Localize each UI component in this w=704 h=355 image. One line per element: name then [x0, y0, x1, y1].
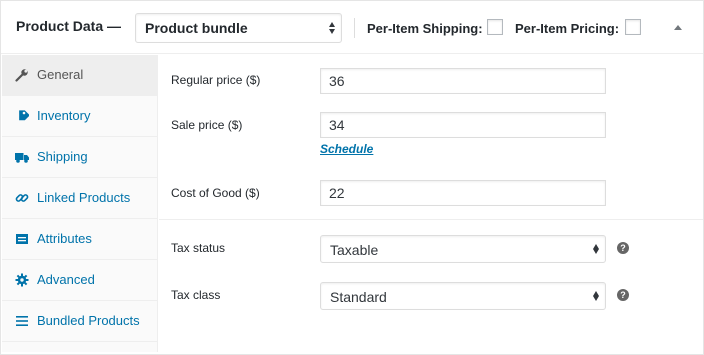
- section-divider: [159, 219, 703, 220]
- per-item-pricing-checkbox[interactable]: [625, 19, 641, 35]
- cost-of-good-label: Cost of Good ($): [171, 186, 260, 200]
- product-type-select[interactable]: Product bundle: [135, 13, 342, 43]
- tax-status-help-icon[interactable]: ?: [617, 242, 629, 254]
- tab-attributes[interactable]: Attributes: [2, 219, 158, 260]
- tab-general[interactable]: General: [2, 55, 158, 96]
- product-data-panel: Product Data — Product bundle Per-Item S…: [0, 0, 704, 355]
- select-arrows-icon: [589, 236, 605, 262]
- tax-class-value: Standard: [330, 289, 387, 305]
- tab-linked-products[interactable]: Linked Products: [2, 178, 158, 219]
- link-icon: [15, 191, 29, 205]
- regular-price-label: Regular price ($): [171, 73, 261, 87]
- tab-bundled-products[interactable]: Bundled Products: [2, 301, 158, 342]
- gear-icon: [15, 273, 29, 287]
- tab-inventory[interactable]: Inventory: [2, 96, 158, 137]
- tab-shipping[interactable]: Shipping: [2, 137, 158, 178]
- tab-general-label: General: [37, 67, 84, 82]
- table-icon: [15, 232, 29, 246]
- tax-class-select[interactable]: Standard: [320, 282, 606, 310]
- general-panel: Regular price ($) 36 Sale price ($) 34 S…: [159, 55, 703, 352]
- sale-price-input[interactable]: 34: [320, 112, 606, 138]
- per-item-shipping-checkbox[interactable]: [487, 19, 503, 35]
- product-data-tabs: General Inventory Shipping Linked Produc…: [2, 55, 158, 352]
- sale-price-label: Sale price ($): [171, 118, 243, 132]
- list-icon: [15, 314, 29, 328]
- select-arrows-icon: [325, 14, 341, 42]
- tab-advanced[interactable]: Advanced: [2, 260, 158, 301]
- tab-shipping-label: Shipping: [37, 149, 88, 164]
- wrench-icon: [15, 68, 29, 82]
- panel-header: Product Data — Product bundle Per-Item S…: [1, 1, 703, 54]
- schedule-link[interactable]: Schedule: [320, 142, 373, 156]
- tax-class-help-icon[interactable]: ?: [617, 289, 629, 301]
- collapse-toggle-icon[interactable]: [674, 25, 682, 30]
- select-arrows-icon: [589, 283, 605, 309]
- tab-linked-products-label: Linked Products: [37, 190, 131, 205]
- per-item-pricing-label: Per-Item Pricing:: [515, 21, 620, 36]
- regular-price-input[interactable]: 36: [320, 68, 606, 94]
- cost-of-good-input[interactable]: 22: [320, 180, 606, 206]
- product-type-value: Product bundle: [145, 20, 248, 36]
- tab-advanced-label: Advanced: [37, 272, 95, 287]
- panel-title: Product Data —: [16, 18, 122, 34]
- header-divider: [354, 18, 355, 38]
- tab-attributes-label: Attributes: [37, 231, 92, 246]
- tab-inventory-label: Inventory: [37, 108, 91, 123]
- truck-icon: [15, 150, 29, 164]
- tax-class-label: Tax class: [171, 288, 221, 302]
- tag-icon: [15, 109, 30, 123]
- per-item-shipping-label: Per-Item Shipping:: [367, 21, 483, 36]
- tab-bundled-products-label: Bundled Products: [37, 313, 140, 328]
- tax-status-value: Taxable: [330, 242, 379, 258]
- tax-status-label: Tax status: [171, 241, 226, 255]
- tax-status-select[interactable]: Taxable: [320, 235, 606, 263]
